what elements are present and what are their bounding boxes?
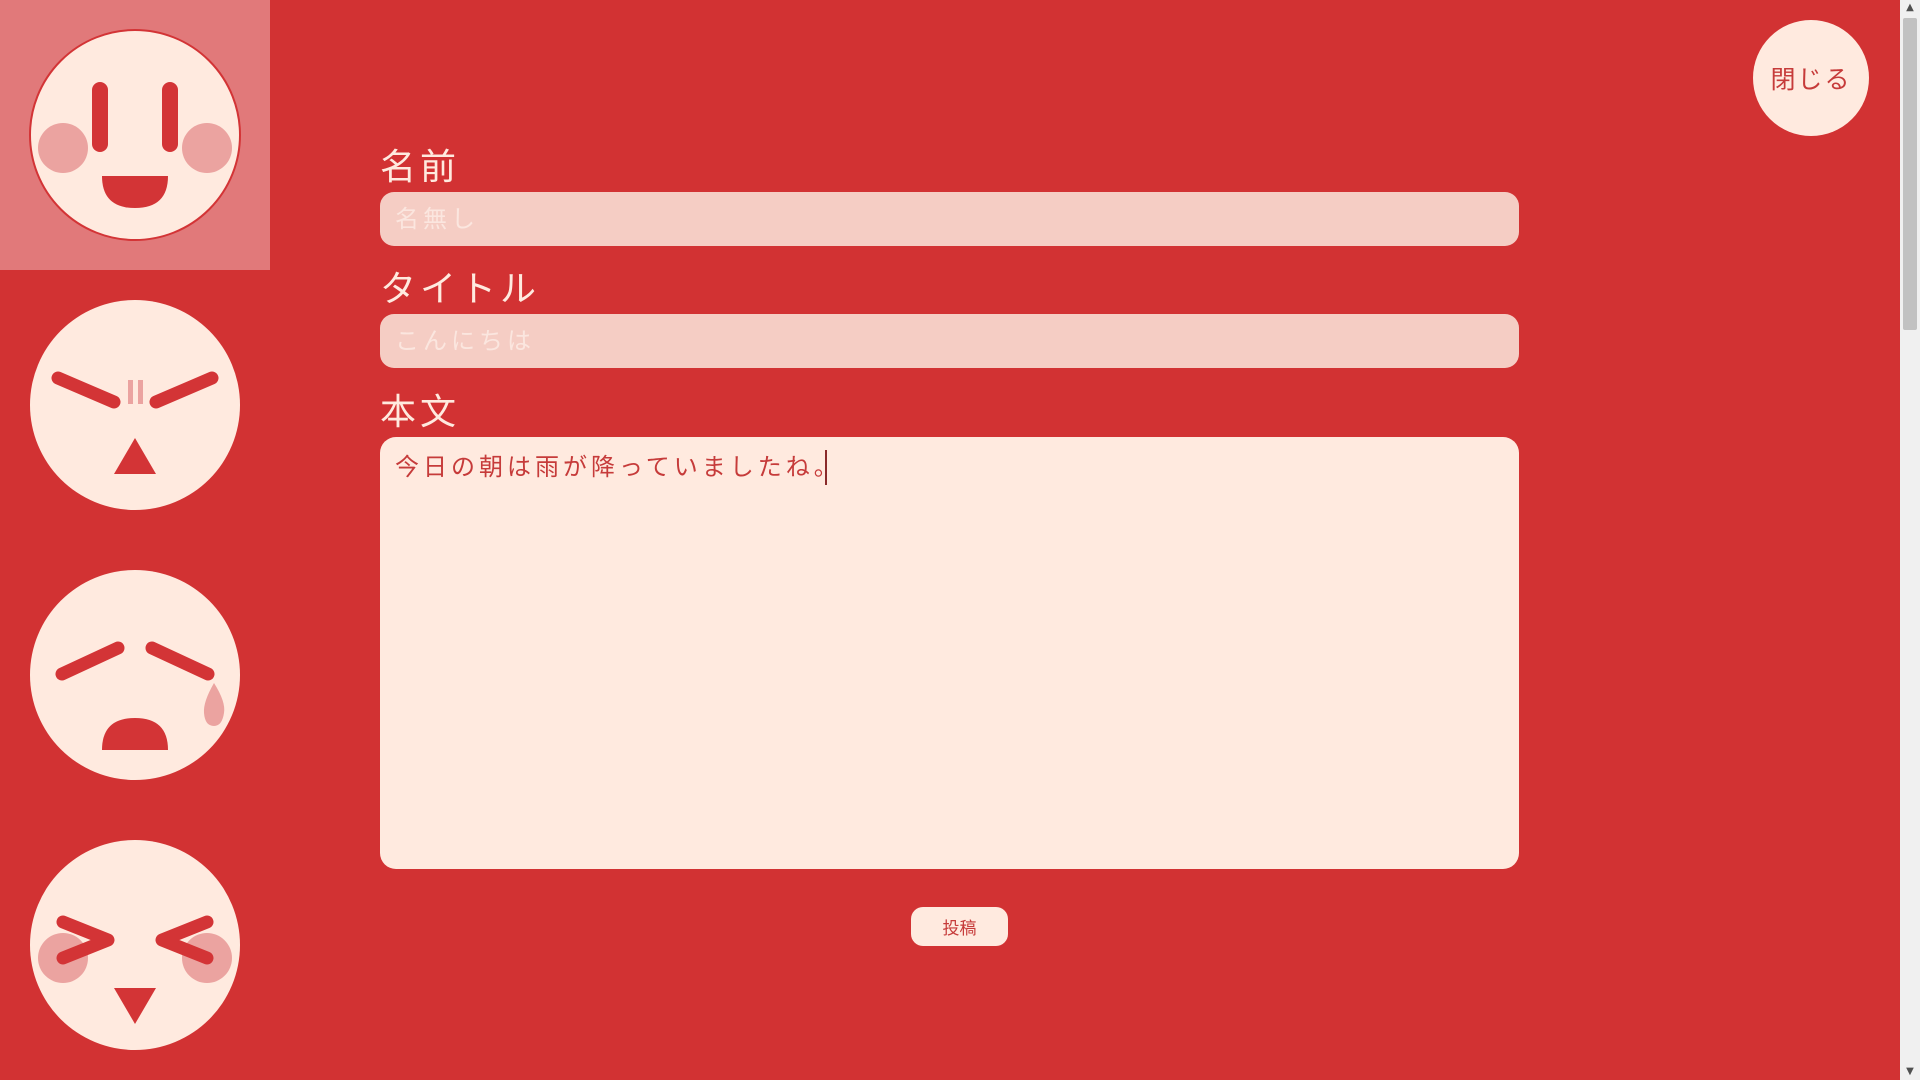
face-option-excited[interactable] — [0, 810, 270, 1080]
face-option-angry[interactable] — [0, 270, 270, 540]
title-input[interactable] — [380, 314, 1519, 368]
body-textarea[interactable] — [380, 437, 1519, 869]
scroll-up-arrow-icon[interactable]: ▲ — [1900, 0, 1920, 16]
happy-face-icon — [29, 29, 241, 241]
vertical-scrollbar[interactable]: ▲ ▼ — [1900, 0, 1920, 1080]
text-caret — [825, 450, 827, 485]
scroll-down-arrow-icon[interactable]: ▼ — [1900, 1064, 1920, 1080]
close-button[interactable]: 閉じる — [1753, 20, 1869, 136]
body-label: 本文 — [380, 392, 461, 433]
title-label: タイトル — [380, 269, 541, 310]
face-option-happy[interactable] — [0, 0, 270, 270]
scroll-thumb[interactable] — [1903, 18, 1917, 330]
angry-face-icon — [30, 300, 240, 510]
submit-button[interactable]: 投稿 — [911, 907, 1008, 946]
crying-face-icon — [30, 570, 240, 780]
face-option-crying[interactable] — [0, 540, 270, 810]
face-selector — [0, 0, 270, 1080]
excited-face-icon — [30, 840, 240, 1050]
name-label: 名前 — [380, 147, 461, 188]
name-input[interactable] — [380, 192, 1519, 246]
